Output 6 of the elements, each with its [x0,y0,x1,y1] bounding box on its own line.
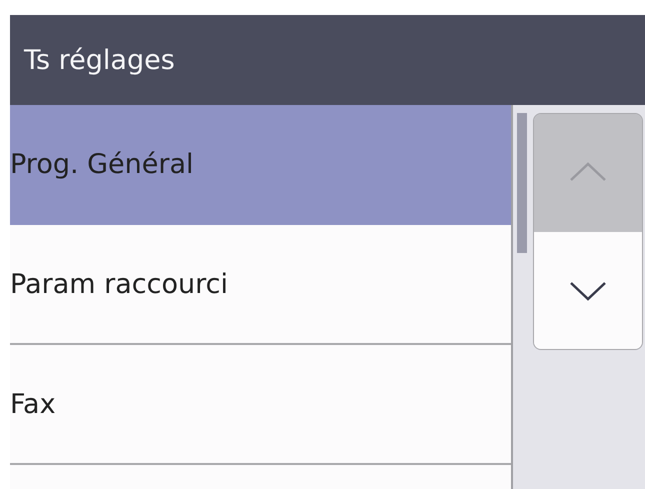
scrollbar-thumb[interactable] [517,113,527,253]
menu-item[interactable]: Prog. Général [10,105,511,225]
menu-item[interactable]: Param raccourci [10,225,511,345]
menu-item[interactable]: Fax [10,345,511,465]
screen-title: Ts réglages [10,15,645,105]
scroll-down-button[interactable] [534,232,642,349]
